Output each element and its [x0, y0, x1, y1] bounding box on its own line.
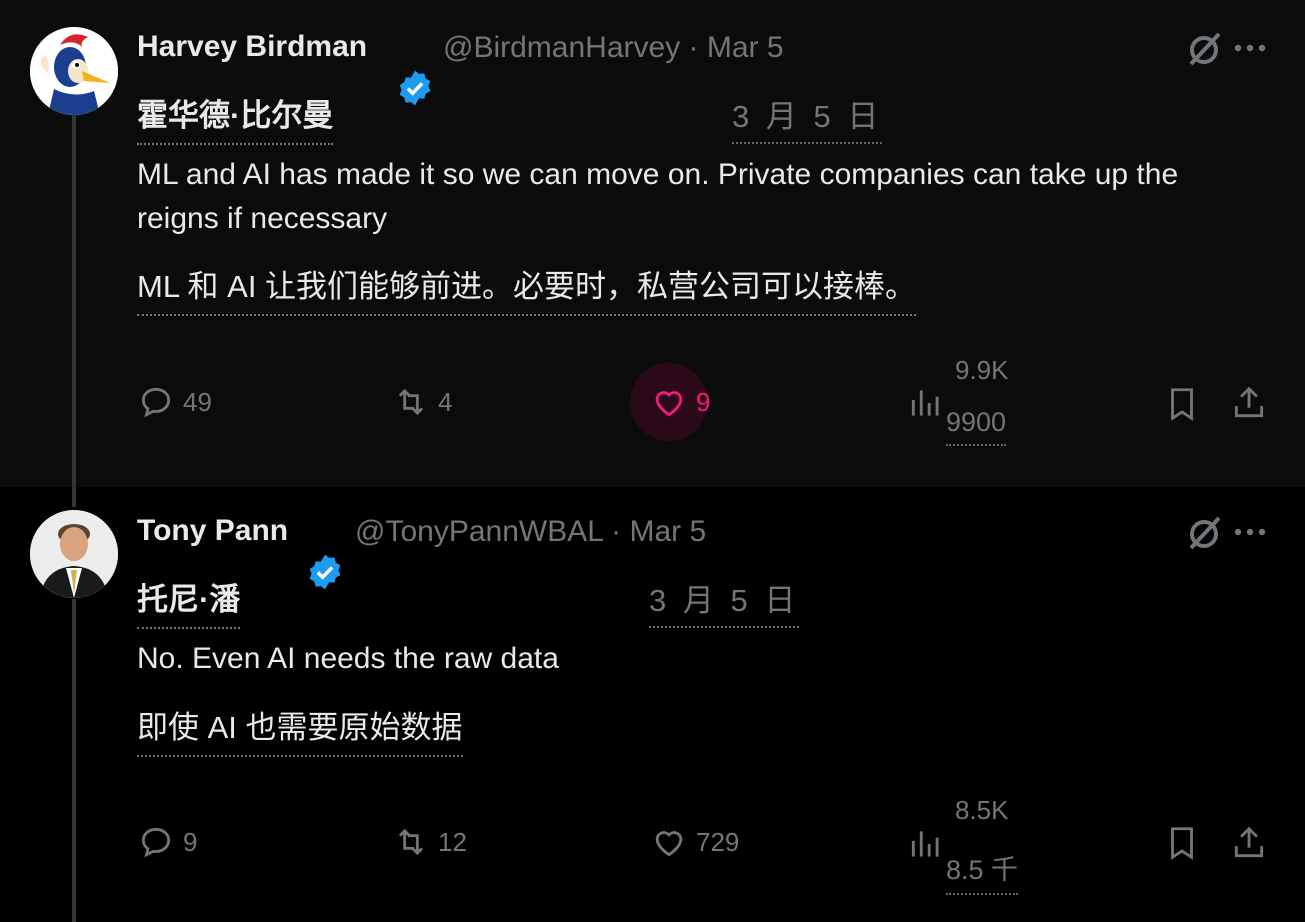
display-name-translated: 托尼·潘 — [137, 574, 241, 629]
heart-icon — [655, 391, 683, 417]
retweet-button[interactable]: 4 — [392, 383, 452, 421]
handle-and-date[interactable]: @TonyPannWBAL · Mar 5 — [355, 515, 706, 549]
thread-connector-line — [72, 599, 76, 922]
avatar[interactable] — [30, 27, 118, 115]
reply-button[interactable]: 9 — [137, 823, 197, 861]
retweet-count: 4 — [438, 386, 453, 417]
views-count-translated: 8.5 千 — [946, 848, 1019, 895]
reply-icon — [141, 827, 171, 858]
more-icon[interactable] — [1233, 527, 1267, 537]
tweet-text: No. Even AI needs the raw data — [137, 642, 559, 675]
retweet-icon — [398, 388, 424, 416]
views-button[interactable] — [907, 384, 945, 422]
views-count: 8.5K — [955, 795, 1009, 825]
retweet-button[interactable]: 12 — [392, 823, 467, 861]
tweet[interactable]: Tony Pann @TonyPannWBAL · Mar 5 托尼·潘 3 月… — [0, 487, 1305, 922]
display-name[interactable]: Harvey Birdman — [137, 30, 367, 64]
tweet-text-translated: 即使 AI 也需要原始数据 — [137, 702, 463, 757]
share-icon[interactable] — [1230, 384, 1268, 422]
verified-badge-icon — [399, 70, 431, 106]
reply-count: 49 — [183, 386, 212, 417]
like-button[interactable]: 9 — [650, 383, 710, 421]
like-count: 729 — [696, 826, 740, 857]
thread-connector-line — [72, 115, 76, 487]
handle-and-date[interactable]: @BirdmanHarvey · Mar 5 — [443, 31, 784, 65]
woodpecker-avatar-icon — [30, 27, 118, 115]
bookmark-icon[interactable] — [1163, 385, 1201, 423]
avatar[interactable] — [30, 510, 118, 598]
date-translated: 3 月 5 日 — [732, 91, 883, 144]
bookmark-icon[interactable] — [1163, 824, 1201, 862]
tweet-text: ML and AI has made it so we can move on.… — [137, 158, 1179, 235]
views-button[interactable] — [907, 825, 945, 863]
reply-count: 9 — [183, 826, 198, 857]
views-icon — [911, 390, 939, 416]
retweet-icon — [398, 828, 424, 856]
verified-badge-icon — [309, 554, 341, 590]
more-icon[interactable] — [1233, 43, 1267, 53]
date-translated: 3 月 5 日 — [649, 575, 800, 628]
display-name[interactable]: Tony Pann — [137, 514, 288, 548]
grok-icon[interactable] — [1185, 512, 1225, 552]
views-count: 9.9K — [955, 355, 1009, 385]
views-icon — [911, 831, 939, 857]
share-icon[interactable] — [1230, 824, 1268, 862]
man-portrait-avatar-icon — [30, 510, 118, 598]
display-name-translated: 霍华德·比尔曼 — [137, 90, 334, 145]
tweet-text-translated: ML 和 AI 让我们能够前进。必要时，私营公司可以接棒。 — [137, 261, 917, 316]
retweet-count: 12 — [438, 826, 467, 857]
like-count: 9 — [696, 386, 711, 417]
tweet[interactable]: Harvey Birdman @BirdmanHarvey · Mar 5 霍华… — [0, 0, 1305, 487]
reply-icon — [141, 387, 171, 418]
views-count-translated: 9900 — [946, 407, 1007, 446]
reply-button[interactable]: 49 — [137, 383, 212, 421]
heart-icon — [655, 831, 683, 857]
grok-icon[interactable] — [1185, 28, 1225, 68]
thread-connector-line — [72, 487, 76, 507]
like-button[interactable]: 729 — [650, 823, 739, 861]
